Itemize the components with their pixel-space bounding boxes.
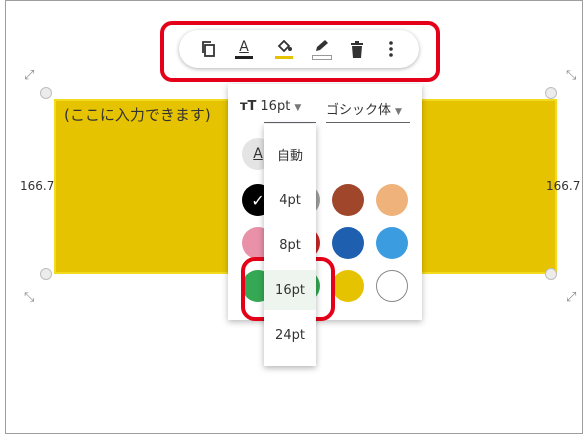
font-size-underline [264,122,316,123]
rotate-handle-top-left-icon[interactable]: ⤢ [24,68,34,83]
toolbar-highlight-box [160,21,440,82]
chevron-down-icon: ▼ [395,107,402,117]
check-icon: ✓ [251,190,265,210]
font-size-option-16pt[interactable]: 16pt [264,270,316,310]
shape-placeholder-text[interactable]: (ここに入力できます) [64,104,211,125]
font-size-dropdown: 自動 4pt 8pt 16pt 24pt [264,124,316,366]
resize-handle-bottom-right[interactable] [545,268,557,280]
shape-height-label-left: 166.7 [20,179,55,193]
resize-handle-top-right[interactable] [545,87,557,99]
color-swatch[interactable] [332,227,364,259]
shape-height-label-right: 166.7 [546,179,581,193]
color-swatch[interactable] [332,270,364,302]
font-size-select[interactable]: тT 16pt ▼ [240,99,301,114]
font-family-value: ゴシック体 [326,103,392,118]
font-family-underline [326,122,410,123]
chevron-down-icon: ▼ [294,103,302,113]
color-swatch[interactable] [376,227,408,259]
font-size-option-8pt[interactable]: 8pt [264,225,316,265]
resize-handle-bottom-left[interactable] [40,268,52,280]
font-size-option-24pt[interactable]: 24pt [264,315,316,355]
font-size-value: 16pt [260,99,291,114]
color-swatch[interactable] [376,184,408,216]
rotate-handle-top-right-icon[interactable]: ⤡ [566,68,576,83]
color-swatch[interactable] [332,184,364,216]
font-size-option-4pt[interactable]: 4pt [264,180,316,220]
color-swatch[interactable] [376,270,408,302]
rotate-handle-bottom-right-icon[interactable]: ⤢ [566,290,576,305]
rotate-handle-bottom-left-icon[interactable]: ⤡ [24,290,34,305]
font-size-icon: тT [240,99,257,114]
font-family-select[interactable]: ゴシック体 ▼ [326,99,402,118]
resize-handle-top-left[interactable] [40,87,52,99]
font-size-option-auto[interactable]: 自動 [264,134,316,174]
